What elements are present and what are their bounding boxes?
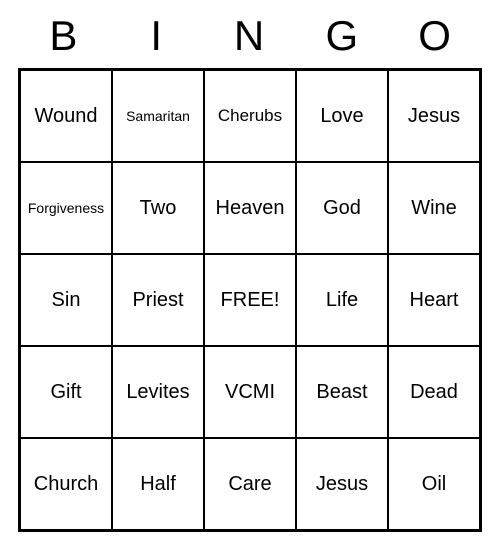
bingo-cell-4-2[interactable]: Care xyxy=(204,438,296,530)
bingo-cell-3-2[interactable]: VCMI xyxy=(204,346,296,438)
bingo-cell-2-4[interactable]: Heart xyxy=(388,254,480,346)
bingo-cell-3-0[interactable]: Gift xyxy=(20,346,112,438)
bingo-cell-3-1[interactable]: Levites xyxy=(112,346,204,438)
bingo-cell-4-4[interactable]: Oil xyxy=(388,438,480,530)
bingo-grid: WoundSamaritanCherubsLoveJesusForgivenes… xyxy=(18,68,482,532)
bingo-cell-0-4[interactable]: Jesus xyxy=(388,70,480,162)
bingo-cell-1-3[interactable]: God xyxy=(296,162,388,254)
bingo-cell-0-1[interactable]: Samaritan xyxy=(112,70,204,162)
bingo-cell-4-0[interactable]: Church xyxy=(20,438,112,530)
bingo-cell-4-1[interactable]: Half xyxy=(112,438,204,530)
bingo-cell-1-4[interactable]: Wine xyxy=(388,162,480,254)
bingo-cell-3-3[interactable]: Beast xyxy=(296,346,388,438)
bingo-cell-3-4[interactable]: Dead xyxy=(388,346,480,438)
bingo-cell-1-1[interactable]: Two xyxy=(112,162,204,254)
header-letter-o: O xyxy=(389,12,482,60)
bingo-cell-1-0[interactable]: Forgiveness xyxy=(20,162,112,254)
header-letter-i: I xyxy=(111,12,204,60)
header-letter-b: B xyxy=(18,12,111,60)
bingo-cell-2-3[interactable]: Life xyxy=(296,254,388,346)
bingo-cell-0-3[interactable]: Love xyxy=(296,70,388,162)
bingo-cell-0-0[interactable]: Wound xyxy=(20,70,112,162)
header-letter-g: G xyxy=(296,12,389,60)
bingo-header-row: B I N G O xyxy=(18,12,482,60)
bingo-cell-2-0[interactable]: Sin xyxy=(20,254,112,346)
bingo-cell-2-1[interactable]: Priest xyxy=(112,254,204,346)
header-letter-n: N xyxy=(204,12,297,60)
bingo-cell-1-2[interactable]: Heaven xyxy=(204,162,296,254)
bingo-cell-4-3[interactable]: Jesus xyxy=(296,438,388,530)
bingo-cell-2-2[interactable]: FREE! xyxy=(204,254,296,346)
bingo-cell-0-2[interactable]: Cherubs xyxy=(204,70,296,162)
